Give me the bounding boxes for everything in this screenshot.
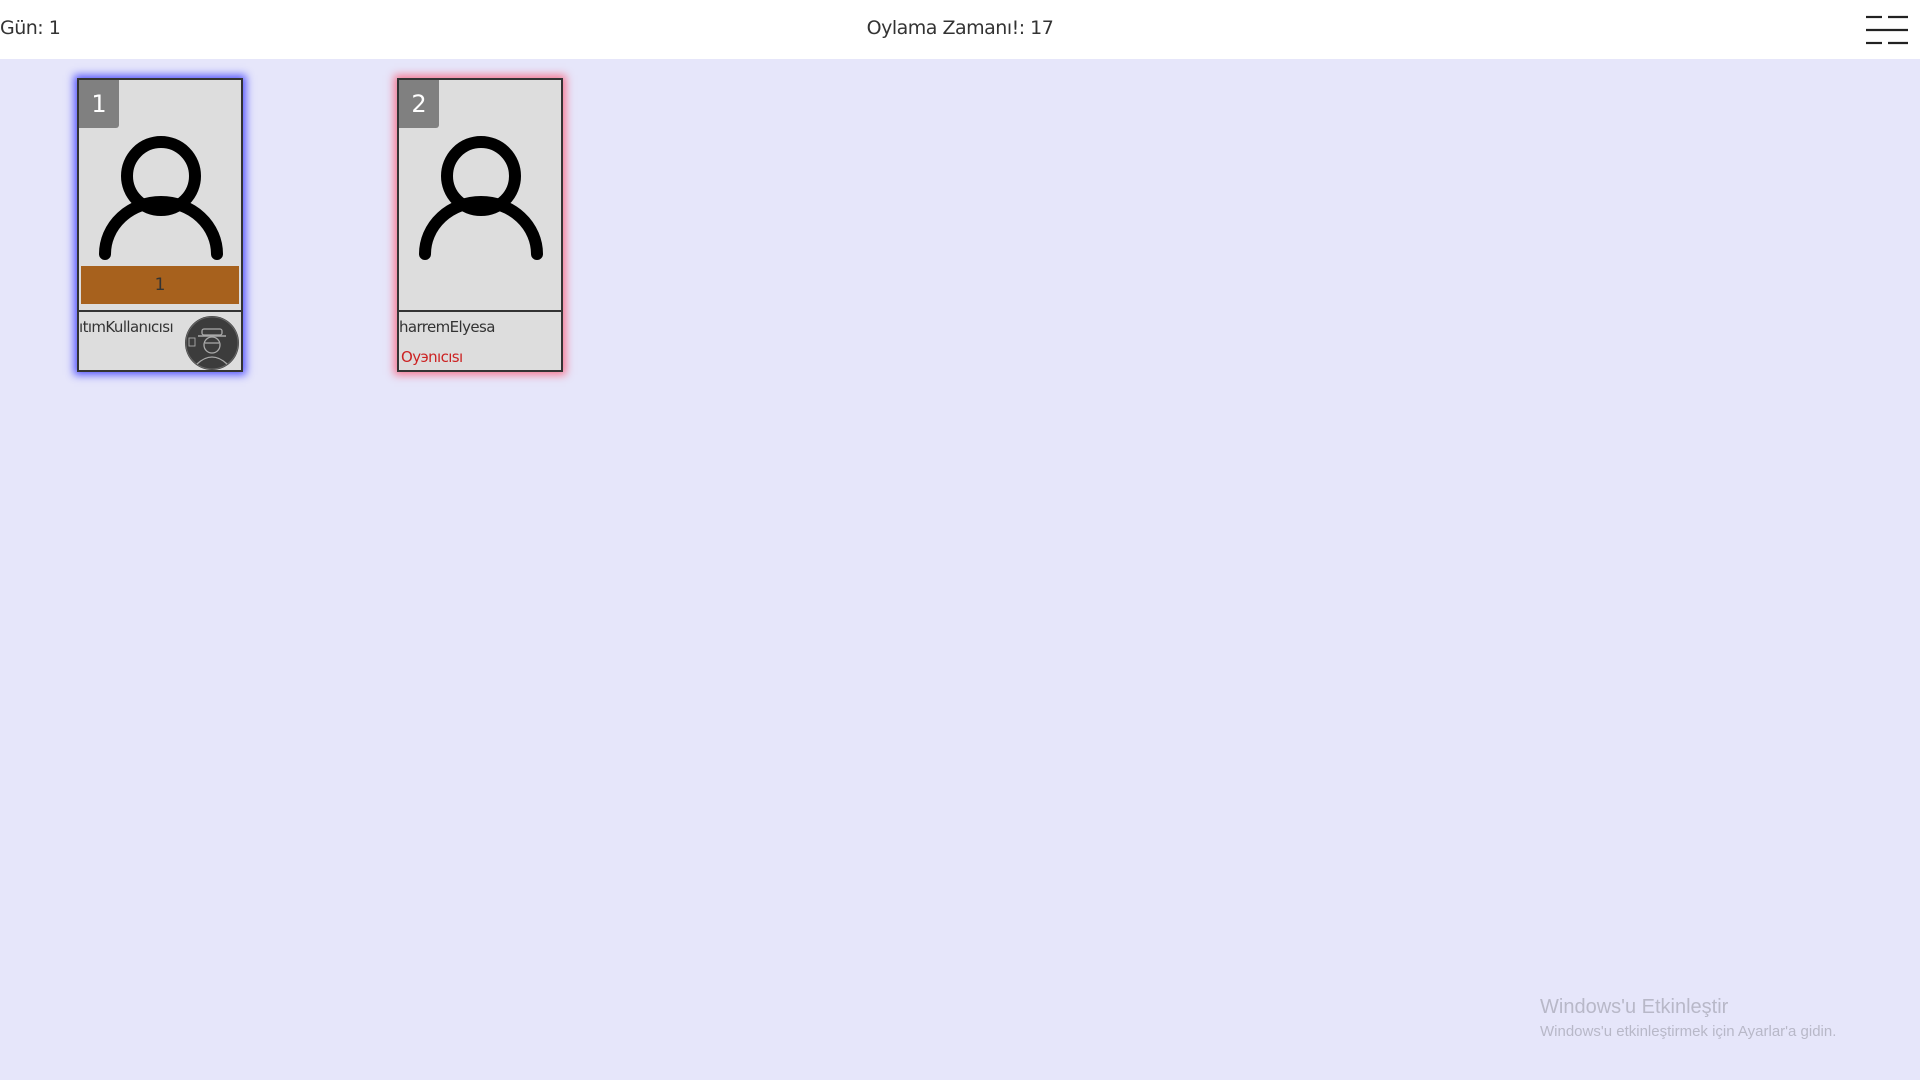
game-area: 1 1 ıtımKullanıcısı 2 harremElyesa Oyэnı… xyxy=(0,59,1920,1080)
card-divider xyxy=(399,310,561,312)
vote-count-bar: 1 xyxy=(81,266,239,304)
player-role: Oyэnıcısı xyxy=(401,348,463,366)
top-bar: Gün: 1 Oylama Zamanı!: 17 xyxy=(0,0,1920,59)
user-avatar-icon xyxy=(419,136,543,260)
role-avatar-icon xyxy=(185,316,239,370)
user-avatar-icon xyxy=(99,136,223,260)
menu-icon xyxy=(1866,15,1908,45)
slot-number-badge: 1 xyxy=(79,80,119,128)
player-card-2[interactable]: 2 harremElyesa Oyэnıcısı xyxy=(397,78,563,372)
voting-timer: Oylama Zamanı!: 17 xyxy=(866,17,1054,39)
activation-watermark-subtitle: Windows'u etkinleştirmek için Ayarlar'a … xyxy=(1540,1023,1837,1040)
activation-watermark-title: Windows'u Etkinleştir xyxy=(1540,996,1729,1018)
player-name: harremElyesa xyxy=(399,318,495,336)
player-name: ıtımKullanıcısı xyxy=(79,318,174,336)
menu-button[interactable] xyxy=(1866,14,1908,46)
slot-number-badge: 2 xyxy=(399,80,439,128)
player-card-1[interactable]: 1 1 ıtımKullanıcısı xyxy=(77,78,243,372)
card-divider xyxy=(79,310,241,312)
